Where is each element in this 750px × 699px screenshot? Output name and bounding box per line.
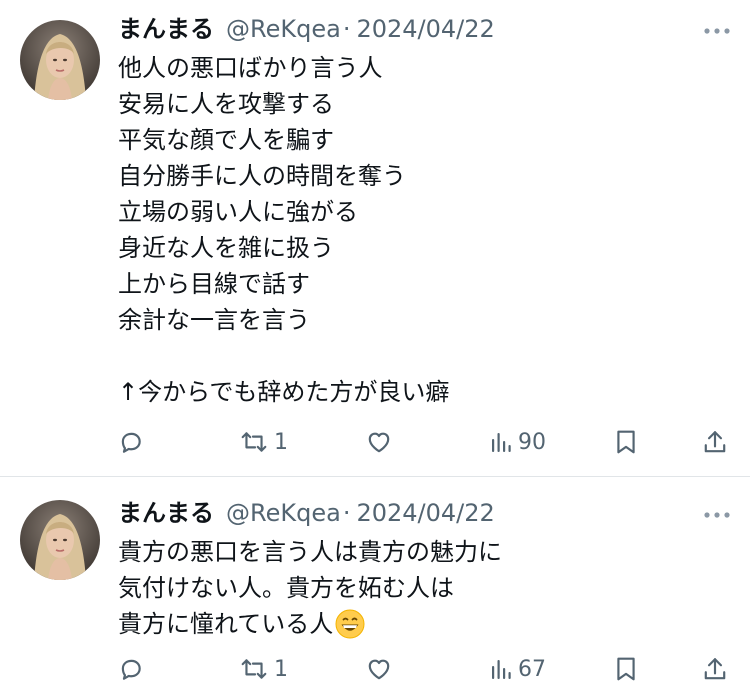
like-icon — [368, 432, 390, 453]
reply-icon — [121, 659, 141, 680]
reply-button[interactable] — [118, 424, 144, 460]
handle[interactable]: @ReKqea — [226, 498, 341, 528]
display-name[interactable]: まんまる — [118, 14, 214, 44]
views-button[interactable]: 90 — [490, 424, 546, 460]
retweet-button[interactable]: 1 — [240, 424, 288, 460]
bookmark-button[interactable] — [614, 424, 638, 460]
tweet-text: 貴方の悪口を言う人は貴方の魅力に 気付けない人。貴方を妬む人は 貴方に憧れている… — [118, 538, 502, 638]
like-button[interactable] — [366, 651, 392, 687]
bookmark-icon — [617, 657, 635, 681]
timestamp[interactable]: 2024/04/22 — [356, 498, 494, 528]
action-bar: 1 67 — [118, 651, 730, 687]
tweet[interactable]: まんまる @ReKqea · 2024/04/22 他人の悪口ばかり言う人 安易… — [0, 0, 750, 477]
tweet-header: まんまる @ReKqea · 2024/04/22 — [118, 498, 670, 528]
reply-icon — [121, 432, 141, 453]
tweet-header: まんまる @ReKqea · 2024/04/22 — [118, 14, 670, 44]
share-icon — [704, 431, 726, 453]
tweet[interactable]: まんまる @ReKqea · 2024/04/22 貴方の悪口を言う人は貴方の魅… — [0, 477, 750, 699]
retweet-icon — [241, 432, 267, 452]
view-count: 90 — [518, 429, 546, 455]
timestamp[interactable]: 2024/04/22 — [356, 14, 494, 44]
share-button[interactable] — [702, 651, 728, 687]
avatar[interactable] — [20, 500, 100, 580]
like-icon — [368, 659, 390, 680]
share-button[interactable] — [702, 424, 728, 460]
share-icon — [704, 658, 726, 680]
display-name[interactable]: まんまる — [118, 498, 214, 528]
retweet-count: 1 — [274, 429, 288, 455]
separator: · — [342, 499, 351, 527]
views-icon — [492, 433, 511, 452]
retweet-count: 1 — [274, 656, 288, 682]
more-icon[interactable] — [702, 500, 732, 530]
bookmark-button[interactable] — [614, 651, 638, 687]
more-icon[interactable] — [702, 16, 732, 46]
views-icon — [492, 660, 511, 679]
grinning-face-emoji — [335, 609, 365, 639]
retweet-button[interactable]: 1 — [240, 651, 288, 687]
like-button[interactable] — [366, 424, 392, 460]
bookmark-icon — [617, 430, 635, 454]
view-count: 67 — [518, 656, 546, 682]
handle[interactable]: @ReKqea — [226, 14, 341, 44]
separator: · — [342, 15, 351, 43]
tweet-text: 他人の悪口ばかり言う人 安易に人を攻撃する 平気な顔で人を騙す 自分勝手に人の時… — [118, 54, 450, 406]
avatar[interactable] — [20, 20, 100, 100]
tweet-text-container: 貴方の悪口を言う人は貴方の魅力に 気付けない人。貴方を妬む人は 貴方に憧れている… — [118, 534, 726, 642]
action-bar: 1 90 — [118, 424, 730, 460]
retweet-icon — [241, 659, 267, 679]
reply-button[interactable] — [118, 651, 144, 687]
views-button[interactable]: 67 — [490, 651, 546, 687]
